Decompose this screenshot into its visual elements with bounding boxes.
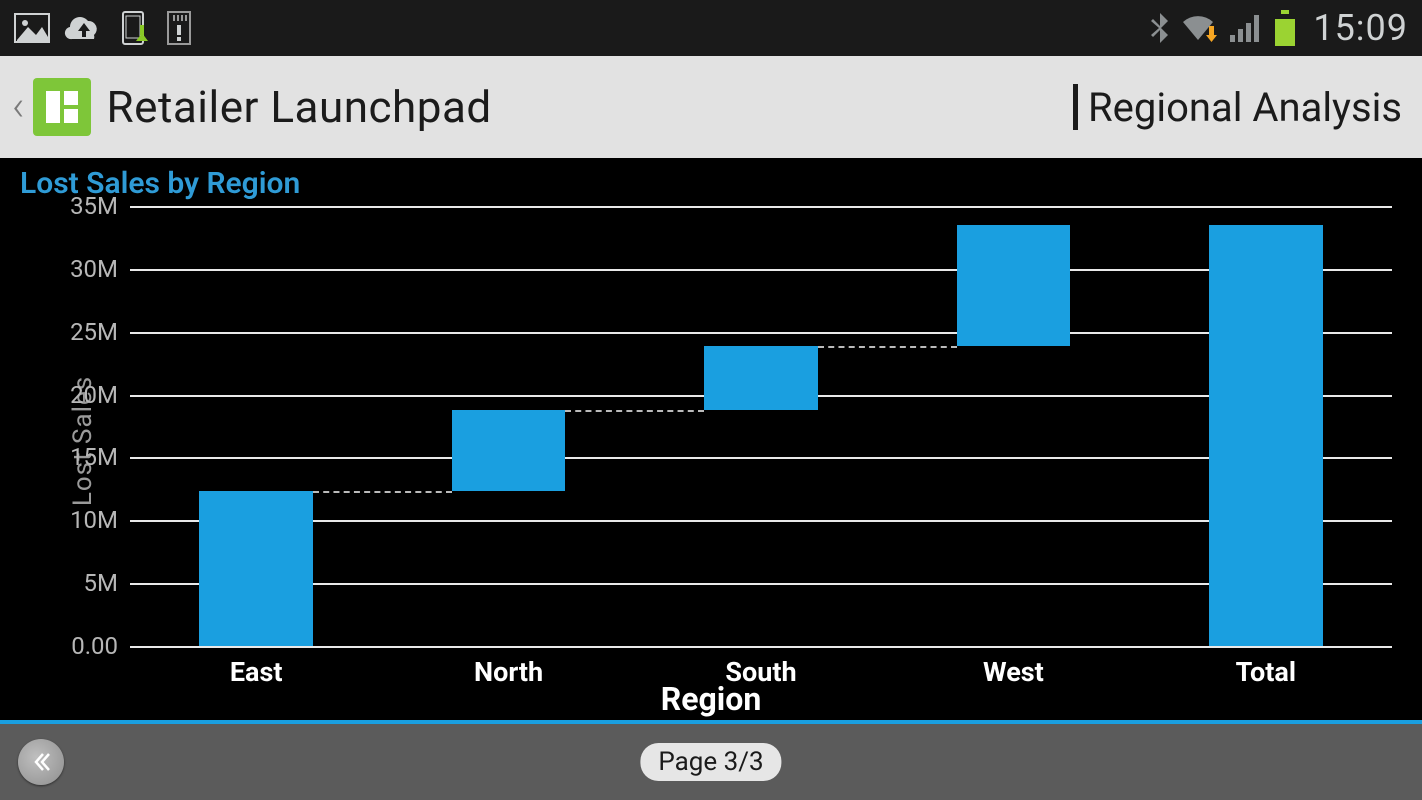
x-tick-label: North [474,656,543,688]
gridline [130,583,1392,585]
divider-icon [1073,84,1078,130]
gallery-icon [14,13,50,43]
y-tick-label: 10M [70,506,118,534]
bar-west[interactable] [957,225,1071,346]
connector [565,410,704,412]
bluetooth-icon [1149,11,1171,45]
clock: 15:09 [1313,7,1408,49]
battery-icon [1273,10,1297,46]
y-tick-label: 5M [84,569,118,597]
gridline [130,332,1392,334]
back-button[interactable]: ‹ [10,86,27,128]
bar-north[interactable] [452,410,566,492]
cell-signal-icon [1229,13,1263,43]
sd-card-alert-icon [164,11,194,45]
context-title-text: Regional Analysis [1088,84,1402,131]
chart-plot[interactable]: 0.005M10M15M20M25M30M35MEastNorthSouthWe… [130,206,1392,646]
y-tick-label: 20M [70,381,118,409]
y-tick-label: 30M [70,255,118,283]
context-title: Regional Analysis [1073,84,1402,131]
device-sync-icon [118,11,150,45]
connector [313,491,452,493]
connector [818,346,957,348]
chart-title: Lost Sales by Region [20,166,300,201]
y-tick-label: 0.00 [71,632,118,660]
gridline [130,520,1392,522]
status-right-icons: 15:09 [1149,7,1408,49]
y-tick-label: 15M [70,443,118,471]
bar-east[interactable] [199,491,313,646]
gridline [130,457,1392,459]
app-title: Retailer Launchpad [107,81,492,133]
y-tick-label: 35M [70,192,118,220]
collapse-button[interactable] [18,739,64,785]
app-logo-icon[interactable] [33,78,91,136]
android-status-bar: 15:09 [0,0,1422,56]
bar-south[interactable] [704,346,818,410]
page-indicator[interactable]: Page 3/3 [640,743,781,781]
y-tick-label: 25M [70,318,118,346]
x-tick-label: West [983,656,1044,688]
x-axis-label: Region [661,680,762,718]
gridline [130,269,1392,271]
bar-total[interactable] [1209,225,1323,646]
cloud-upload-icon [64,13,104,43]
footer-bar: Page 3/3 [0,720,1422,800]
x-tick-label: East [230,656,283,688]
x-tick-label: Total [1236,656,1296,688]
chart-area[interactable]: Lost Sales by Region Lost Sales 0.005M10… [0,158,1422,724]
gridline [130,206,1392,208]
wifi-download-icon [1181,12,1219,44]
gridline [130,646,1392,648]
status-left-icons [14,11,194,45]
app-header: ‹ Retailer Launchpad Regional Analysis [0,56,1422,158]
